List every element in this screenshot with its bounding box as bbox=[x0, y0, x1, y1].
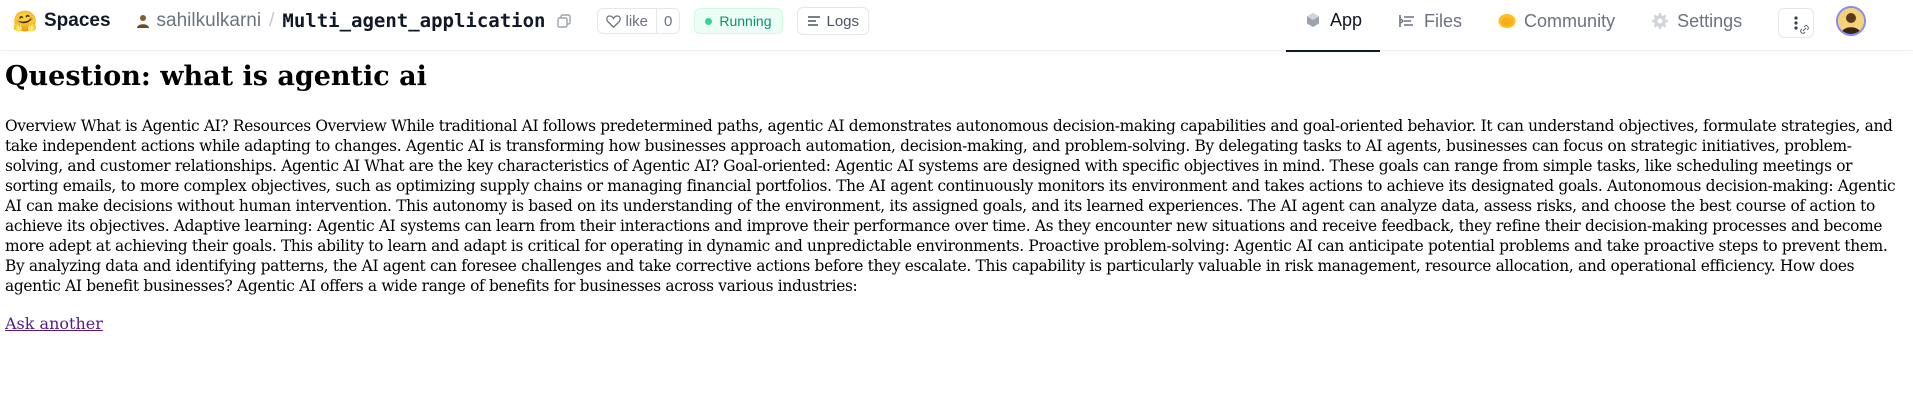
tab-files[interactable]: Files bbox=[1380, 0, 1480, 42]
cube-icon bbox=[1304, 11, 1322, 29]
repo-name-link[interactable]: Multi_agent_application bbox=[282, 10, 545, 32]
community-icon bbox=[1498, 12, 1516, 30]
ask-another-link[interactable]: Ask another bbox=[5, 314, 103, 333]
tab-files-label: Files bbox=[1424, 10, 1463, 31]
files-icon bbox=[1398, 12, 1416, 30]
more-options-button[interactable] bbox=[1778, 8, 1815, 38]
tab-settings[interactable]: Settings bbox=[1633, 0, 1760, 42]
owner-link[interactable]: sahilkulkarni bbox=[157, 10, 262, 32]
more-vertical-icon bbox=[1794, 16, 1798, 30]
space-tabs: App Files Community Settings bbox=[1286, 0, 1867, 52]
user-icon bbox=[135, 13, 151, 29]
logs-label: Logs bbox=[826, 12, 860, 30]
path-separator: / bbox=[269, 10, 275, 31]
like-count[interactable]: 0 bbox=[656, 9, 679, 33]
answer-text: Overview What is Agentic AI? Resources O… bbox=[5, 117, 1896, 295]
gear-icon bbox=[1651, 12, 1669, 30]
like-label: like bbox=[625, 12, 648, 30]
like-button[interactable]: like 0 bbox=[597, 8, 681, 34]
logs-button[interactable]: Logs bbox=[796, 7, 870, 35]
tab-app-label: App bbox=[1330, 9, 1363, 30]
status-label: Running bbox=[719, 13, 772, 29]
tab-settings-label: Settings bbox=[1677, 10, 1743, 31]
running-status-badge[interactable]: Running bbox=[694, 8, 783, 34]
app-content: Question: what is agentic ai Overview Wh… bbox=[0, 61, 1913, 333]
link-icon bbox=[1800, 25, 1810, 34]
question-heading: Question: what is agentic ai bbox=[5, 61, 427, 92]
heart-icon bbox=[606, 15, 622, 28]
hugging-face-logo-icon[interactable]: 🤗 bbox=[12, 9, 38, 34]
copy-icon[interactable] bbox=[555, 12, 573, 30]
top-navigation-bar: 🤗 Spaces sahilkulkarni / Multi_agent_app… bbox=[0, 0, 1913, 52]
status-dot-icon bbox=[705, 17, 713, 25]
user-avatar[interactable] bbox=[1836, 6, 1867, 36]
spaces-link[interactable]: Spaces bbox=[44, 10, 111, 32]
space-header: 🤗 Spaces sahilkulkarni / Multi_agent_app… bbox=[12, 0, 870, 42]
logs-icon bbox=[807, 16, 820, 26]
tab-community[interactable]: Community bbox=[1480, 0, 1633, 42]
like-action[interactable]: like bbox=[598, 13, 656, 30]
tab-community-label: Community bbox=[1524, 10, 1616, 31]
tab-app[interactable]: App bbox=[1286, 0, 1381, 52]
